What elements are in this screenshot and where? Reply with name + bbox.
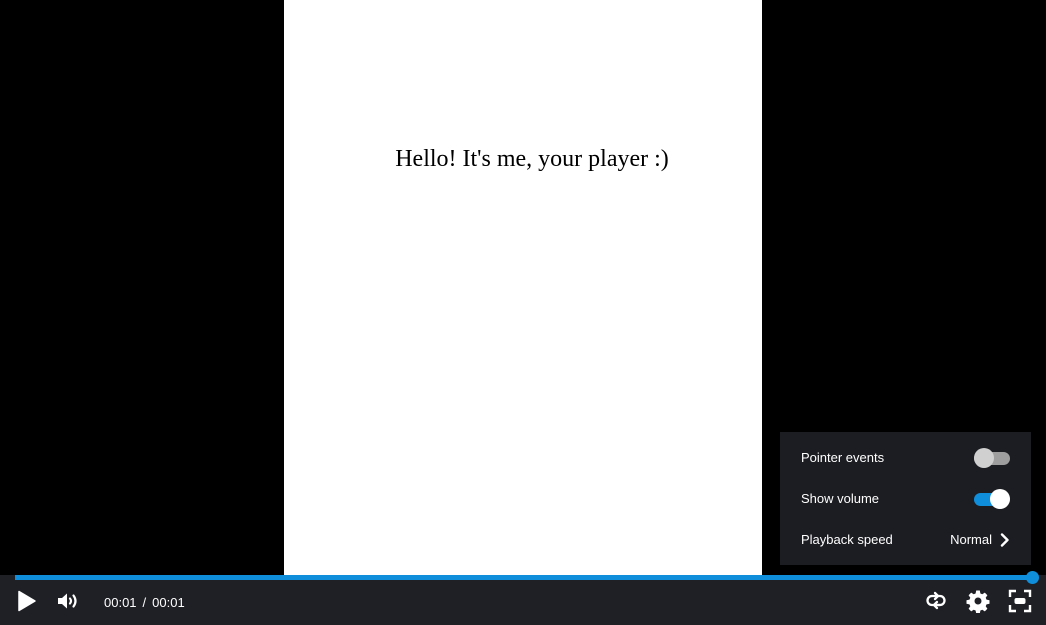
fullscreen-icon [1008, 589, 1032, 613]
settings-button[interactable] [964, 587, 992, 615]
loop-icon [926, 591, 946, 610]
menu-item-show-volume[interactable]: Show volume [801, 478, 1010, 519]
menu-item-label: Playback speed [801, 532, 893, 547]
current-time: 00:01 [104, 595, 137, 610]
time-separator: / [142, 595, 147, 610]
menu-item-label: Pointer events [801, 450, 885, 465]
gear-icon [966, 590, 990, 613]
progress-thumb[interactable] [1026, 571, 1039, 584]
duration: 00:01 [152, 595, 185, 610]
play-icon [18, 590, 36, 612]
toggle-knob [974, 447, 994, 468]
settings-menu: Pointer events Show volume Playback spee… [780, 432, 1031, 565]
chevron-right-icon [1000, 532, 1009, 547]
loop-button[interactable] [922, 587, 950, 615]
playback-speed-value: Normal [950, 532, 992, 547]
progress-fill [15, 575, 1032, 580]
volume-icon [58, 593, 77, 609]
time-display: 00:01 / 00:01 [104, 595, 185, 610]
toggle-knob [990, 488, 1010, 509]
video-player: Hello! It's me, your player :) Pointer e… [0, 0, 1046, 625]
play-button[interactable] [12, 587, 40, 615]
menu-item-label: Show volume [801, 491, 880, 506]
progress-bar[interactable] [15, 571, 1039, 584]
show-volume-toggle[interactable] [974, 488, 1010, 509]
control-bar: 00:01 / 00:01 [0, 571, 1046, 625]
pointer-events-toggle[interactable] [974, 447, 1010, 468]
playback-speed-selector[interactable]: Normal [950, 532, 1010, 547]
menu-item-pointer-events[interactable]: Pointer events [801, 437, 1010, 478]
volume-button[interactable] [54, 587, 82, 615]
video-content-text: Hello! It's me, your player :) [395, 146, 669, 172]
menu-item-playback-speed[interactable]: Playback speed Normal [801, 519, 1010, 560]
fullscreen-button[interactable] [1006, 587, 1034, 615]
video-frame[interactable]: Hello! It's me, your player :) [284, 0, 762, 575]
